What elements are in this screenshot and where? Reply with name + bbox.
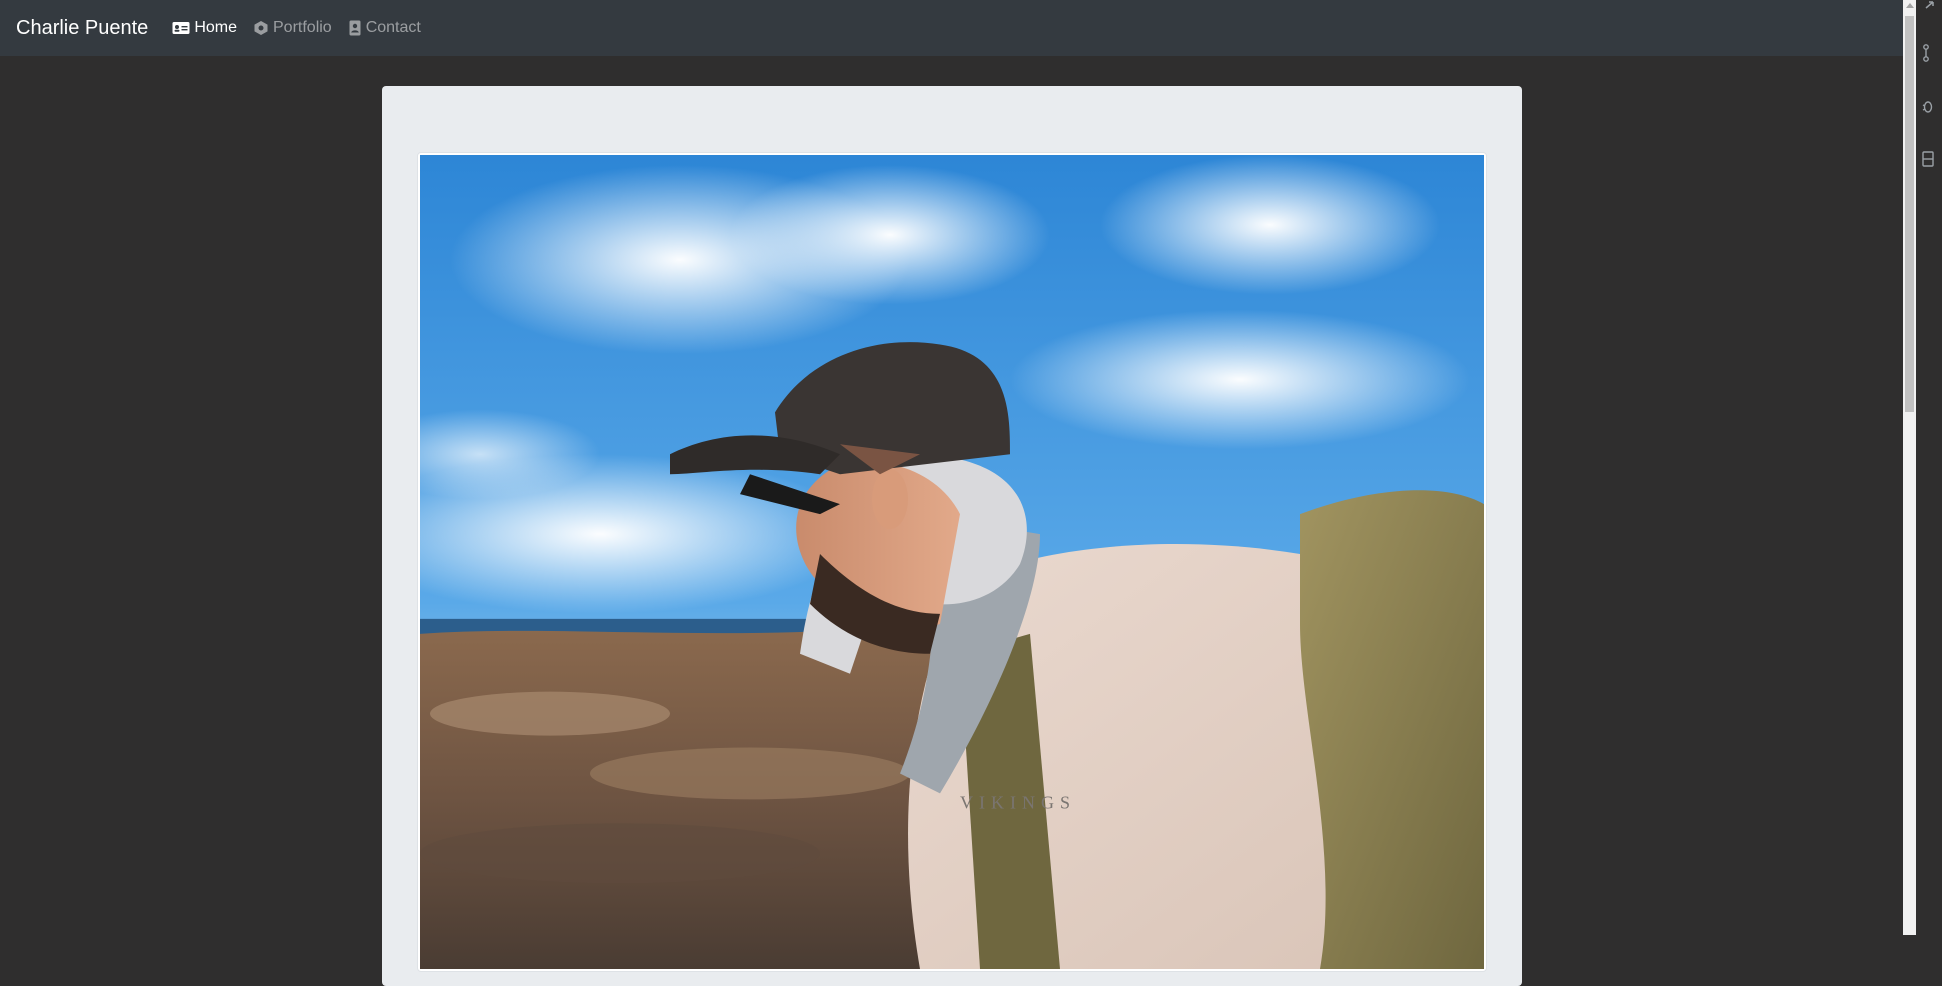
shirt-text: VIKINGS (960, 792, 1076, 812)
side-toolbar (1916, 0, 1942, 935)
hexagon-icon (254, 21, 268, 35)
top-navbar: Charlie Puente Home Portfolio Contact (0, 0, 1903, 56)
branch-icon[interactable] (1921, 44, 1937, 62)
nav-contact-label: Contact (365, 19, 421, 36)
page-scrollbar[interactable] (1903, 0, 1916, 935)
extensions-icon[interactable] (1921, 150, 1937, 168)
nav-contact-link[interactable]: Contact (348, 19, 421, 37)
arrow-icon[interactable] (1921, 0, 1937, 18)
profile-photo: VIKINGS (420, 155, 1484, 969)
nav-home-label: Home (194, 19, 237, 36)
nav-portfolio-label: Portfolio (273, 19, 332, 36)
bug-icon[interactable] (1921, 97, 1937, 115)
scroll-thumb[interactable] (1905, 16, 1914, 412)
scroll-up-arrow-icon[interactable] (1906, 3, 1914, 8)
contact-book-icon (349, 20, 361, 36)
jumbotron: VIKINGS (382, 86, 1522, 986)
brand-link[interactable]: Charlie Puente (16, 17, 148, 40)
nav-home-link[interactable]: Home (172, 19, 237, 37)
id-card-icon (172, 22, 190, 34)
nav-portfolio-link[interactable]: Portfolio (253, 19, 332, 37)
profile-photo-frame: VIKINGS (417, 152, 1487, 972)
